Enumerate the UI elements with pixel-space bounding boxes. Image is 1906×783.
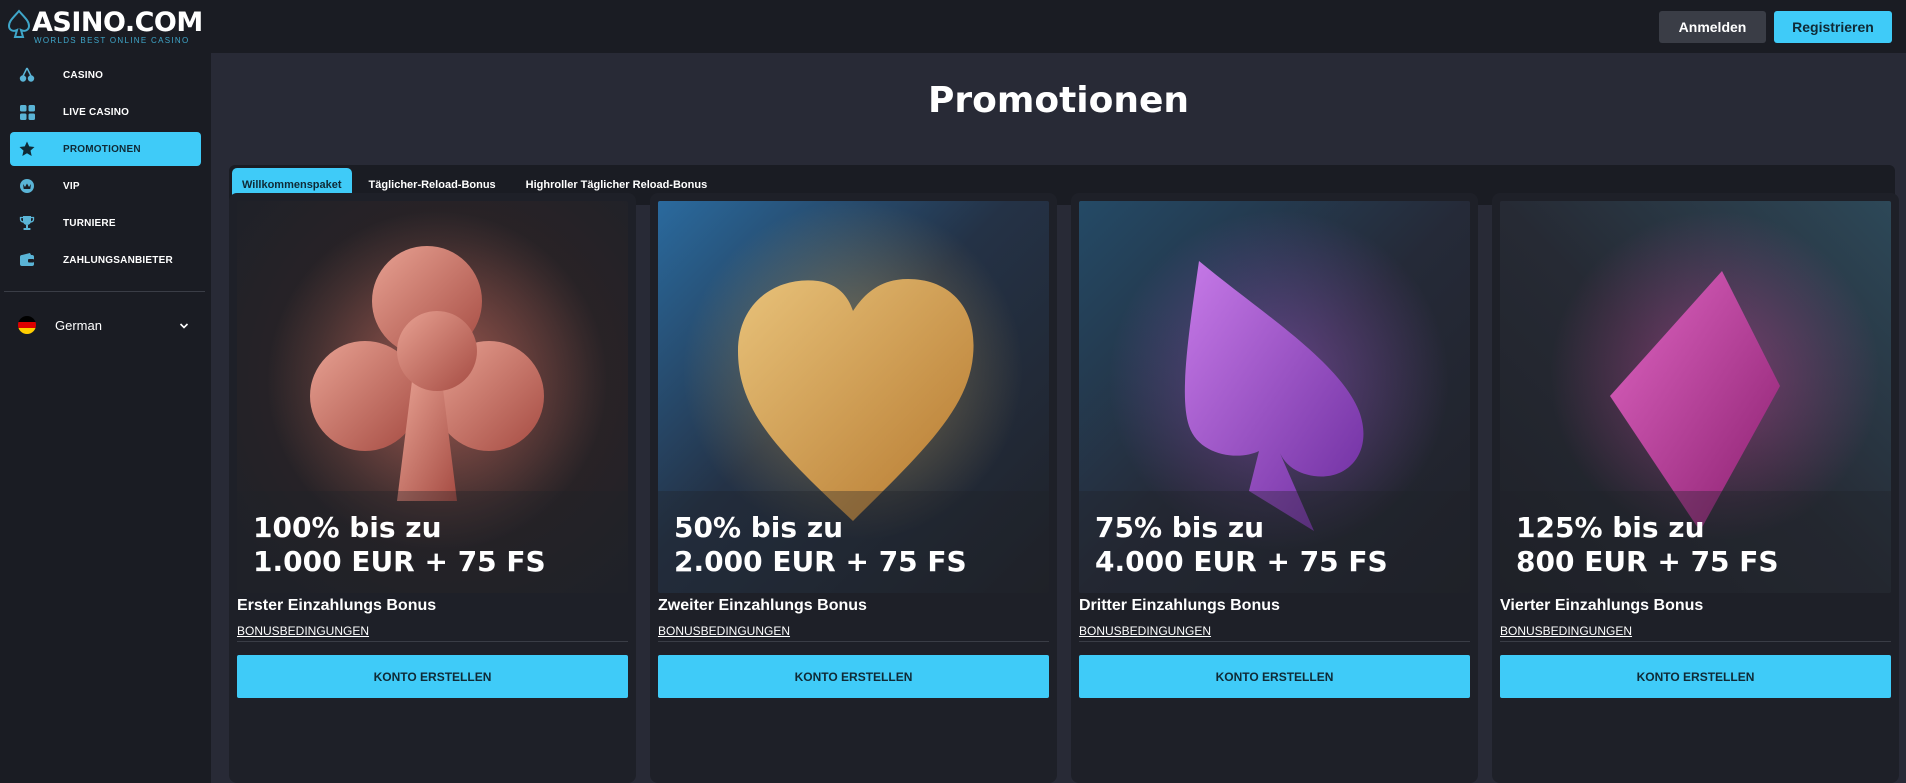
promo-card-title: Vierter Einzahlungs Bonus — [1500, 597, 1704, 614]
bonus-terms-link[interactable]: BONUSBEDINGUNGEN — [237, 624, 369, 638]
sidebar-item-label: ZAHLUNGSANBIETER — [63, 254, 173, 266]
sidebar-item-promotionen[interactable]: PROMOTIONEN — [10, 132, 201, 166]
sidebar-item-label: CASINO — [63, 69, 104, 81]
register-button[interactable]: Registrieren — [1774, 10, 1892, 43]
trophy-icon — [18, 214, 36, 232]
cherries-icon — [18, 66, 36, 84]
chevron-down-icon — [179, 318, 189, 333]
promo-offer: 50% bis zu 2.000 EUR + 75 FS — [674, 511, 967, 578]
logo-tagline: WORLDS BEST ONLINE CASINO — [34, 35, 190, 45]
sidebar: CASINO LIVE CASINO PROMOTIONEN VIP TURNI… — [0, 53, 211, 783]
language-label: German — [55, 317, 102, 333]
create-account-button[interactable]: KONTO ERSTELLEN — [1500, 655, 1891, 698]
promo-offer: 75% bis zu 4.000 EUR + 75 FS — [1095, 511, 1388, 578]
sidebar-item-label: PROMOTIONEN — [63, 143, 141, 155]
promo-card-title: Dritter Einzahlungs Bonus — [1079, 597, 1280, 614]
grid-icon — [18, 103, 36, 121]
sidebar-item-label: TURNIERE — [63, 217, 116, 229]
card-divider — [1079, 641, 1470, 642]
card-divider — [658, 641, 1049, 642]
sidebar-item-casino[interactable]: CASINO — [10, 58, 201, 92]
site-logo[interactable]: ASINO.COM WORLDS BEST ONLINE CASINO — [7, 6, 203, 45]
sidebar-item-label: VIP — [63, 180, 80, 192]
create-account-button[interactable]: KONTO ERSTELLEN — [1079, 655, 1470, 698]
promo-offer: 100% bis zu 1.000 EUR + 75 FS — [253, 511, 546, 578]
main-content: Promotionen Willkommenspaket Täglicher-R… — [211, 53, 1906, 783]
promo-cards: 100% bis zu 1.000 EUR + 75 FS Erster Ein… — [229, 193, 1899, 783]
create-account-button[interactable]: KONTO ERSTELLEN — [658, 655, 1049, 698]
promo-card: 125% bis zu 800 EUR + 75 FS Vierter Einz… — [1492, 193, 1899, 783]
promo-card-image: 100% bis zu 1.000 EUR + 75 FS — [237, 201, 628, 593]
bonus-terms-link[interactable]: BONUSBEDINGUNGEN — [658, 624, 790, 638]
logo-wordmark: ASINO.COM — [32, 6, 203, 38]
sidebar-item-turniere[interactable]: TURNIERE — [10, 206, 201, 240]
promo-card-image: 75% bis zu 4.000 EUR + 75 FS — [1079, 201, 1470, 593]
spade-logo-icon — [7, 9, 31, 44]
bonus-terms-link[interactable]: BONUSBEDINGUNGEN — [1079, 624, 1211, 638]
sidebar-item-zahlungsanbieter[interactable]: ZAHLUNGSANBIETER — [10, 243, 201, 277]
promo-card: 75% bis zu 4.000 EUR + 75 FS Dritter Ein… — [1071, 193, 1478, 783]
german-flag-icon — [18, 316, 36, 334]
login-button[interactable]: Anmelden — [1659, 10, 1766, 43]
page-title: Promotionen — [927, 80, 1190, 121]
top-bar: ASINO.COM WORLDS BEST ONLINE CASINO Anme… — [0, 0, 1906, 53]
promo-card-image: 50% bis zu 2.000 EUR + 75 FS — [658, 201, 1049, 593]
create-account-button[interactable]: KONTO ERSTELLEN — [237, 655, 628, 698]
promo-card-title: Erster Einzahlungs Bonus — [237, 597, 437, 614]
card-divider — [237, 641, 628, 642]
promo-card-image: 125% bis zu 800 EUR + 75 FS — [1500, 201, 1891, 593]
sidebar-item-vip[interactable]: VIP — [10, 169, 201, 203]
promo-card-title: Zweiter Einzahlungs Bonus — [658, 597, 867, 614]
star-icon — [18, 140, 36, 158]
sidebar-item-live-casino[interactable]: LIVE CASINO — [10, 95, 201, 129]
card-divider — [1500, 641, 1891, 642]
sidebar-divider — [4, 291, 205, 292]
wallet-icon — [18, 251, 36, 269]
language-selector[interactable]: German — [0, 308, 211, 342]
crown-icon — [18, 177, 36, 195]
sidebar-nav: CASINO LIVE CASINO PROMOTIONEN VIP TURNI… — [0, 53, 211, 277]
promo-offer: 125% bis zu 800 EUR + 75 FS — [1516, 511, 1779, 578]
bonus-terms-link[interactable]: BONUSBEDINGUNGEN — [1500, 624, 1632, 638]
promo-card: 50% bis zu 2.000 EUR + 75 FS Zweiter Ein… — [650, 193, 1057, 783]
sidebar-item-label: LIVE CASINO — [63, 106, 130, 118]
promo-card: 100% bis zu 1.000 EUR + 75 FS Erster Ein… — [229, 193, 636, 783]
